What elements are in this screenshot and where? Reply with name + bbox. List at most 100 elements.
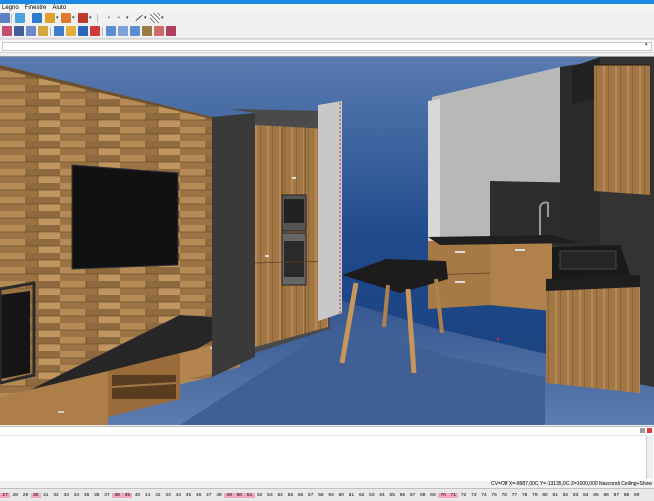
ruler-number: 55 bbox=[287, 492, 294, 498]
ruler-number: 89 bbox=[634, 492, 640, 498]
trim-icon[interactable] bbox=[38, 26, 48, 36]
column-icon[interactable] bbox=[154, 26, 164, 36]
roof-icon[interactable] bbox=[130, 26, 140, 36]
ruler-number: 73 bbox=[471, 492, 477, 498]
ruler-number: 28 bbox=[12, 492, 18, 498]
ruler-number: 47 bbox=[206, 492, 212, 498]
material-icon[interactable] bbox=[61, 13, 71, 23]
hatch-icon[interactable] bbox=[150, 13, 160, 23]
menu-bar: Legno Finestre Aiuto bbox=[0, 4, 654, 12]
address-bar: ▾ bbox=[0, 39, 654, 53]
ruler-number: 48 bbox=[216, 492, 222, 498]
paint-bucket-icon[interactable] bbox=[45, 13, 55, 23]
chevron-down-icon[interactable]: ▾ bbox=[645, 42, 648, 48]
stair-icon[interactable] bbox=[142, 26, 152, 36]
wall-icon[interactable] bbox=[106, 26, 116, 36]
zoom-extents-icon[interactable] bbox=[32, 13, 42, 23]
menu-item-legno[interactable]: Legno bbox=[2, 4, 19, 12]
ruler-number: 41 bbox=[145, 492, 151, 498]
point-tool-icon[interactable]: • bbox=[108, 15, 110, 21]
ruler-number: 54 bbox=[277, 492, 283, 498]
close-icon[interactable] bbox=[647, 428, 652, 433]
chevron-down-icon[interactable]: ▾ bbox=[144, 15, 147, 21]
kitchen-render bbox=[0, 57, 654, 425]
ruler-number: 64 bbox=[379, 492, 385, 498]
status-bar: CV=Off X=-8987,00C Y=-13135,0C Z=1000,00… bbox=[0, 481, 654, 488]
restore-icon[interactable] bbox=[640, 428, 645, 433]
ruler-number: 29 bbox=[22, 492, 29, 498]
ruler-number: 65 bbox=[389, 492, 395, 498]
ruler-number: 74 bbox=[481, 492, 487, 498]
ruler-number: 69 bbox=[430, 492, 436, 498]
ruler-number: 57 bbox=[308, 492, 314, 498]
ruler-number: 66 bbox=[399, 492, 406, 498]
chevron-down-icon[interactable]: ▾ bbox=[89, 15, 92, 21]
main-toolbar: ▾ ▾ ▾ • • ▾ ▾ ▾ bbox=[0, 10, 654, 25]
ruler-number: 42 bbox=[155, 492, 161, 498]
ruler-number: 67 bbox=[409, 492, 416, 498]
ruler-number: 68 bbox=[420, 492, 426, 498]
bottom-ruler: 27 28 29 30 31 32 33 34 35 36 37 38 39 40 41 42 43 44 45 46… bbox=[0, 488, 654, 501]
ruler-number: 38 bbox=[112, 492, 123, 498]
zoom-icon[interactable] bbox=[15, 13, 25, 23]
ruler-number: 56 bbox=[297, 492, 304, 498]
command-panel bbox=[0, 426, 654, 481]
point-tool-icon[interactable]: • bbox=[118, 15, 120, 21]
ruler-number: 36 bbox=[94, 492, 100, 498]
ruler-number: 30 bbox=[30, 492, 41, 498]
ruler-number: 46 bbox=[195, 492, 202, 498]
ruler-number: 40 bbox=[134, 492, 141, 498]
edit-toolbar bbox=[0, 25, 654, 39]
ruler-number: 32 bbox=[53, 492, 59, 498]
ruler-number: 75 bbox=[491, 492, 497, 498]
ruler-number: 33 bbox=[63, 492, 69, 498]
3d-viewport[interactable] bbox=[0, 56, 654, 425]
chevron-down-icon[interactable]: ▾ bbox=[161, 15, 164, 21]
ruler-number: 80 bbox=[542, 492, 548, 498]
command-scrollbar[interactable] bbox=[646, 435, 653, 479]
ruler-number: 27 bbox=[0, 492, 11, 498]
ruler-number: 83 bbox=[572, 492, 579, 498]
ruler-number: 53 bbox=[267, 492, 273, 498]
ruler-number: 81 bbox=[552, 492, 558, 498]
ruler-number: 84 bbox=[583, 492, 589, 498]
ruler-number: 85 bbox=[593, 492, 599, 498]
chevron-down-icon[interactable]: ▾ bbox=[72, 15, 75, 21]
chevron-down-icon[interactable]: ▾ bbox=[126, 15, 129, 21]
ruler-number: 77 bbox=[511, 492, 518, 498]
stretch-icon[interactable] bbox=[78, 26, 88, 36]
menu-item-aiuto[interactable]: Aiuto bbox=[52, 4, 66, 12]
ruler-number: 78 bbox=[521, 492, 528, 498]
menu-item-finestre[interactable]: Finestre bbox=[25, 4, 47, 12]
ruler-number: 34 bbox=[73, 492, 80, 498]
scale-icon[interactable] bbox=[54, 26, 64, 36]
offset-icon[interactable] bbox=[26, 26, 36, 36]
ruler-number: 58 bbox=[318, 492, 324, 498]
tool-select-icon[interactable] bbox=[0, 13, 10, 23]
ruler-number: 72 bbox=[460, 492, 467, 498]
ruler-number: 50 bbox=[234, 492, 245, 498]
ruler-number: 87 bbox=[613, 492, 620, 498]
ruler-number: 49 bbox=[224, 492, 235, 498]
move-icon[interactable] bbox=[66, 26, 76, 36]
arc-icon[interactable] bbox=[14, 26, 24, 36]
ruler-number: 61 bbox=[348, 492, 355, 498]
ruler-number: 79 bbox=[532, 492, 538, 498]
ruler-number: 70 bbox=[438, 492, 449, 498]
slab-icon[interactable] bbox=[118, 26, 128, 36]
door-icon[interactable] bbox=[166, 26, 176, 36]
ruler-number: 45 bbox=[185, 492, 192, 498]
ruler-number: 59 bbox=[328, 492, 334, 498]
ruler-number: 44 bbox=[175, 492, 181, 498]
ruler-number: 82 bbox=[562, 492, 569, 498]
ruler-number: 52 bbox=[257, 492, 263, 498]
delete-icon[interactable] bbox=[90, 26, 100, 36]
line-tool-icon[interactable] bbox=[132, 10, 143, 22]
copy-icon[interactable] bbox=[2, 26, 12, 36]
ruler-number: 35 bbox=[83, 492, 90, 498]
coordinates-readout: CV=Off X=-8987,00C Y=-13135,0C Z=1000,00… bbox=[491, 481, 652, 487]
view-selector-field[interactable] bbox=[2, 42, 652, 51]
chevron-down-icon[interactable]: ▾ bbox=[56, 15, 59, 21]
fire-icon[interactable] bbox=[78, 13, 88, 23]
ruler-number: 51 bbox=[244, 492, 255, 498]
